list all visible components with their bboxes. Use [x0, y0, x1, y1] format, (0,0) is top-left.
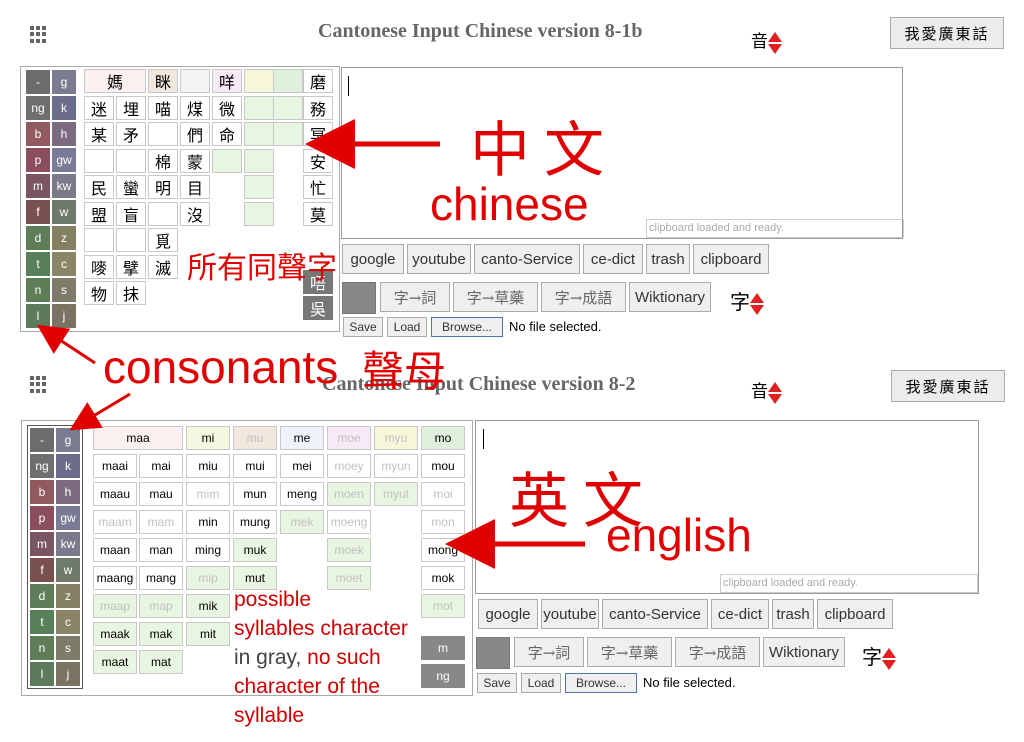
annotation-english: english	[606, 509, 752, 561]
note-line: in gray, no such	[234, 643, 408, 672]
annotation-note: possible syllables character in gray, no…	[234, 585, 408, 730]
note-red-text: no such	[307, 646, 381, 669]
annotation-consonants: consonants	[103, 341, 339, 393]
note-line: possible	[234, 588, 312, 611]
arrow-to-top-consonants	[36, 324, 96, 365]
annotation-shengmu: 聲母	[362, 347, 447, 396]
annotation-zhongwen: 中文	[470, 116, 618, 186]
note-gray-text: in gray,	[234, 646, 302, 669]
annotation-same-sound: 所有同聲字	[187, 251, 337, 286]
note-line: syllables character	[234, 617, 408, 640]
note-line: syllable	[234, 704, 305, 727]
note-line: character of the	[234, 675, 380, 698]
annotation-chinese: chinese	[430, 178, 589, 230]
arrow-to-bottom-consonants	[69, 392, 131, 431]
